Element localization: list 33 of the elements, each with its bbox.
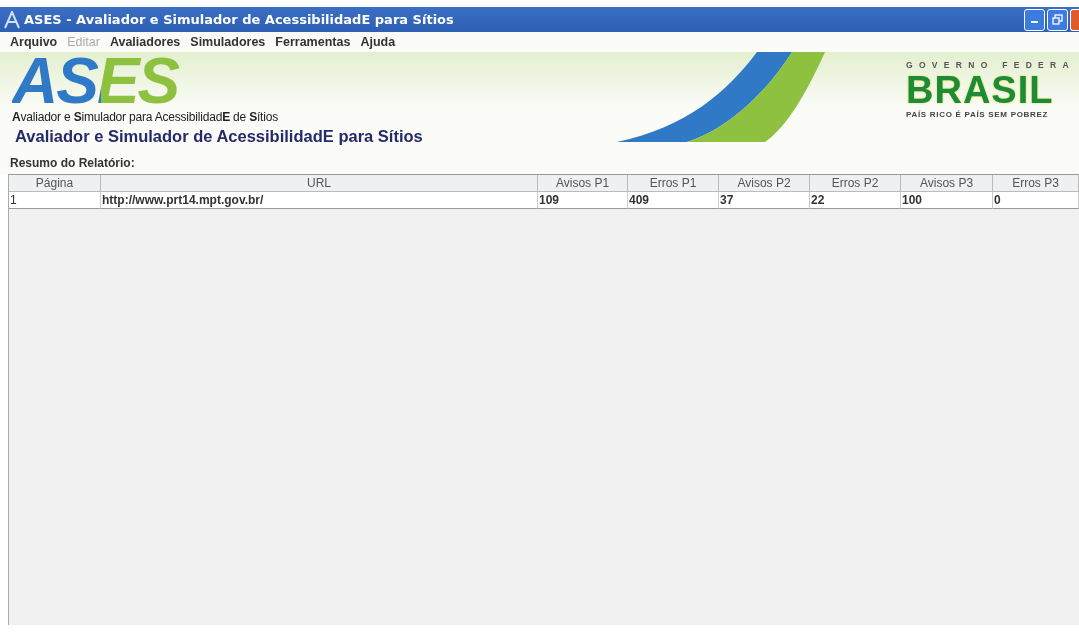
column-header[interactable]: Erros P2 [810,175,901,192]
table-cell: 409 [628,192,719,209]
menu-item[interactable]: Avaliadores [109,35,181,49]
column-header[interactable]: URL [101,175,538,192]
restore-icon [1052,14,1063,25]
app-heading: Avaliador e Simulador de AcessibilidadE para Sítios [15,127,423,146]
menu-item[interactable]: Ferramentas [275,35,351,49]
minimize-button[interactable] [1024,8,1045,31]
menu-item[interactable]: Simuladores [190,35,266,49]
column-header[interactable]: Erros P3 [993,175,1079,192]
app-icon [4,10,20,29]
country-logo: BRASIL [906,72,1055,108]
logo-tagline: Avaliador e Simulador para AcessibilidadE de Sítios [12,110,279,124]
table-cell: http://www.prt14.mpt.gov.br/ [101,192,538,209]
section-label: Resumo do Relatório: [0,150,1079,174]
column-header[interactable]: Avisos P1 [538,175,628,192]
column-header[interactable]: Avisos P3 [901,175,993,192]
table-cell: 100 [901,192,993,209]
window-title: ASES - Avaliador e Simulador de AcessibilidadE para Sítios [24,12,454,27]
column-header[interactable]: Erros P1 [628,175,719,192]
table-cell: 22 [810,192,901,209]
close-button[interactable] [1070,8,1079,31]
menu-item[interactable]: Ajuda [360,35,396,49]
table-cell: 109 [538,192,628,209]
column-header[interactable]: Página [9,175,101,192]
menu-item[interactable]: Arquivo [10,35,58,49]
column-header[interactable]: Avisos P2 [719,175,810,192]
government-motto: PAÍS RICO É PAÍS SEM POBREZ [906,110,1050,119]
restore-button[interactable] [1047,8,1068,31]
table-cell: 0 [993,192,1079,209]
table-cell: 1 [9,192,101,209]
government-label: GOVERNO FEDERA [906,60,1076,70]
table-cell: 37 [719,192,810,209]
